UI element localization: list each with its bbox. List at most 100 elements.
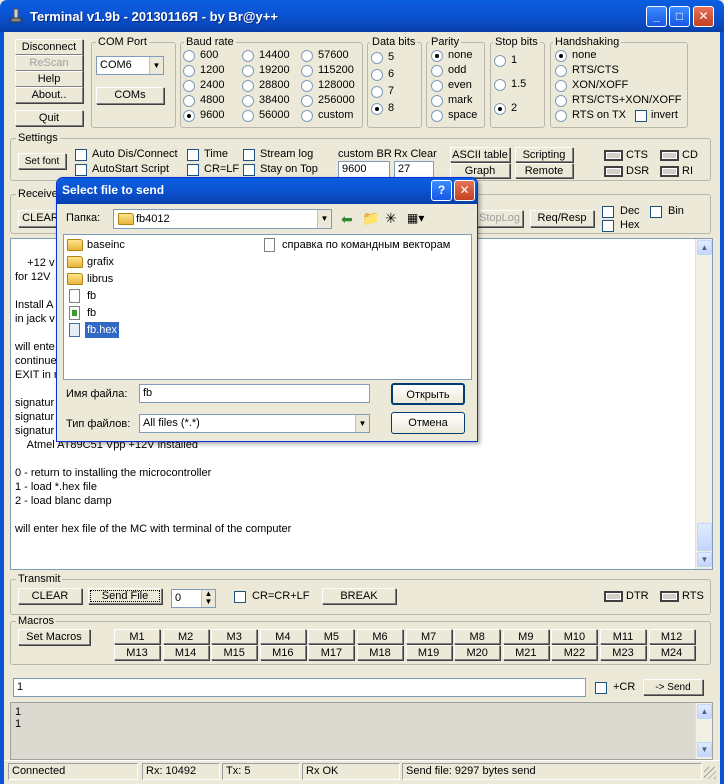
- file-list[interactable]: baseinc grafix librus fb fb fb.hex справка по …: [63, 234, 472, 380]
- baud-radio-8[interactable]: [242, 95, 254, 107]
- quit-button[interactable]: Quit: [15, 110, 83, 126]
- baud-radio-2[interactable]: [183, 80, 195, 92]
- maximize-button[interactable]: □: [669, 6, 690, 27]
- scroll-thumb[interactable]: [697, 523, 712, 551]
- send-file-button[interactable]: Send File: [88, 588, 162, 604]
- scroll-down-icon[interactable]: ▼: [697, 552, 712, 567]
- set-macros-button[interactable]: Set Macros: [18, 629, 90, 645]
- macro-button-m20[interactable]: M20: [454, 645, 501, 660]
- minimize-button[interactable]: _: [646, 6, 667, 27]
- parity-radio-2[interactable]: [431, 80, 443, 92]
- cancel-button[interactable]: Отмена: [391, 412, 465, 434]
- autostart-checkbox[interactable]: [75, 164, 87, 176]
- stopbits-radio-2[interactable]: [494, 103, 506, 115]
- transmit-clear-button[interactable]: CLEAR: [18, 588, 82, 604]
- plus-cr-checkbox[interactable]: [595, 682, 607, 694]
- macro-button-m4[interactable]: M4: [259, 629, 306, 644]
- macro-button-m19[interactable]: M19: [405, 645, 452, 660]
- back-arrow-icon[interactable]: ⬅: [341, 211, 353, 228]
- macro-button-m10[interactable]: M10: [551, 629, 598, 644]
- dialog-close-button[interactable]: ✕: [454, 180, 475, 201]
- baud-radio-10[interactable]: [301, 50, 313, 62]
- macro-button-m17[interactable]: M17: [308, 645, 355, 660]
- handshaking-radio-1[interactable]: [555, 65, 567, 77]
- transmit-scrollbar[interactable]: ▲ ▼: [695, 703, 712, 759]
- dialog-title-bar[interactable]: Select file to send ? ✕: [57, 178, 477, 204]
- parity-radio-3[interactable]: [431, 95, 443, 107]
- about-button[interactable]: About..: [15, 87, 83, 103]
- handshaking-radio-4[interactable]: [555, 110, 567, 122]
- send-input[interactable]: 1: [13, 678, 586, 697]
- rescan-button[interactable]: ReScan: [15, 55, 83, 71]
- macro-button-m13[interactable]: M13: [114, 645, 160, 660]
- com-port-select[interactable]: COM6 ▼: [96, 56, 164, 75]
- req-resp-button[interactable]: Req/Resp: [530, 210, 594, 227]
- macro-button-m2[interactable]: M2: [162, 629, 209, 644]
- hex-checkbox[interactable]: [602, 220, 614, 232]
- filetype-select[interactable]: All files (*.*) ▼: [139, 414, 370, 433]
- tx-scroll-up-icon[interactable]: ▲: [697, 704, 712, 719]
- macro-button-m18[interactable]: M18: [357, 645, 403, 660]
- resize-grip-icon[interactable]: [704, 767, 716, 779]
- macro-button-m14[interactable]: M14: [162, 645, 209, 660]
- remote-button[interactable]: Remote: [515, 163, 573, 178]
- tx-scroll-down-icon[interactable]: ▼: [697, 742, 712, 757]
- rx-clear-input[interactable]: 27: [394, 161, 434, 178]
- macro-button-m21[interactable]: M21: [502, 645, 549, 660]
- new-folder-icon[interactable]: ✳: [385, 210, 397, 227]
- close-button[interactable]: ✕: [693, 6, 714, 27]
- databits-radio-0[interactable]: [371, 52, 383, 64]
- scripting-button[interactable]: Scripting: [515, 147, 573, 162]
- parity-radio-4[interactable]: [431, 110, 443, 122]
- receive-scrollbar[interactable]: ▲ ▼: [695, 239, 712, 569]
- select-file-dialog[interactable]: Select file to send ? ✕ Папка: fb4012 ▼ …: [56, 177, 478, 442]
- ascii-table-button[interactable]: ASCII table: [450, 147, 510, 162]
- baud-radio-0[interactable]: [183, 50, 195, 62]
- handshaking-radio-3[interactable]: [555, 95, 567, 107]
- macro-button-m7[interactable]: M7: [405, 629, 452, 644]
- rts-led[interactable]: [660, 591, 679, 602]
- stopbits-radio-1[interactable]: [494, 79, 506, 91]
- dialog-help-button[interactable]: ?: [431, 180, 452, 201]
- parity-radio-0[interactable]: [431, 50, 443, 62]
- folder-chevron-down-icon[interactable]: ▼: [317, 210, 331, 228]
- macro-button-m12[interactable]: M12: [648, 629, 695, 644]
- transmit-log[interactable]: 11 ▲ ▼: [10, 702, 713, 760]
- title-bar[interactable]: Terminal v1.9b - 20130116Я - by Br@y++ _…: [0, 0, 724, 32]
- help-button[interactable]: Help: [15, 71, 83, 87]
- bin-checkbox[interactable]: [650, 206, 662, 218]
- macro-button-m8[interactable]: M8: [454, 629, 501, 644]
- macro-button-m6[interactable]: M6: [357, 629, 403, 644]
- baud-radio-12[interactable]: [301, 80, 313, 92]
- time-checkbox[interactable]: [187, 149, 199, 161]
- coms-button[interactable]: COMs: [96, 87, 164, 104]
- up-folder-icon[interactable]: 📁: [362, 210, 379, 227]
- macro-button-m11[interactable]: M11: [600, 629, 646, 644]
- macro-button-m24[interactable]: M24: [648, 645, 695, 660]
- stoplog-button[interactable]: StopLog: [476, 210, 523, 227]
- baud-radio-1[interactable]: [183, 65, 195, 77]
- view-menu-icon[interactable]: ▦▾: [407, 211, 424, 225]
- folder-select[interactable]: fb4012 ▼: [113, 209, 332, 229]
- parity-radio-1[interactable]: [431, 65, 443, 77]
- crlf-checkbox[interactable]: [187, 164, 199, 176]
- set-font-button[interactable]: Set font: [18, 153, 66, 169]
- handshaking-radio-2[interactable]: [555, 80, 567, 92]
- macro-button-m16[interactable]: M16: [259, 645, 306, 660]
- disconnect-button[interactable]: Disconnect: [15, 39, 83, 55]
- baud-radio-3[interactable]: [183, 95, 195, 107]
- baud-radio-7[interactable]: [242, 80, 254, 92]
- baud-radio-14[interactable]: [301, 110, 313, 122]
- baud-radio-5[interactable]: [242, 50, 254, 62]
- databits-radio-1[interactable]: [371, 69, 383, 81]
- macro-button-m22[interactable]: M22: [551, 645, 598, 660]
- baud-radio-13[interactable]: [301, 95, 313, 107]
- break-button[interactable]: BREAK: [322, 588, 396, 604]
- dtr-led[interactable]: [604, 591, 623, 602]
- invert-checkbox[interactable]: [635, 110, 647, 122]
- handshaking-radio-0[interactable]: [555, 50, 567, 62]
- macro-button-m9[interactable]: M9: [502, 629, 549, 644]
- stay-on-top-checkbox[interactable]: [243, 164, 255, 176]
- baud-radio-4[interactable]: [183, 110, 195, 122]
- auto-dis-checkbox[interactable]: [75, 149, 87, 161]
